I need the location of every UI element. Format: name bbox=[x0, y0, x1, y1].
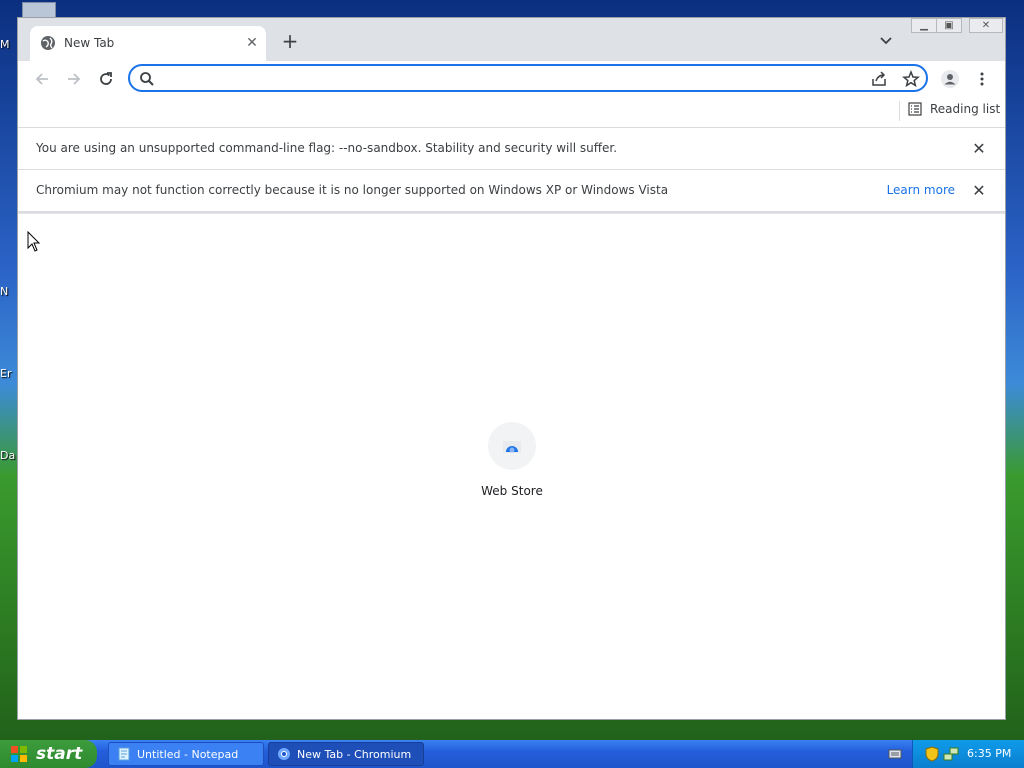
mouse-cursor-icon bbox=[27, 231, 41, 252]
globe-icon bbox=[41, 36, 55, 50]
maximize-button[interactable]: ▣ bbox=[936, 18, 962, 33]
new-tab-button[interactable]: + bbox=[280, 29, 300, 53]
reading-list-icon bbox=[908, 102, 922, 116]
avatar-icon bbox=[941, 70, 959, 88]
share-icon[interactable] bbox=[870, 70, 888, 88]
close-window-button[interactable]: ✕ bbox=[969, 18, 1003, 33]
security-shield-icon[interactable] bbox=[925, 746, 939, 762]
infobar-close-icon[interactable]: ✕ bbox=[971, 139, 987, 158]
task-label: Untitled - Notepad bbox=[137, 747, 239, 761]
reading-list-label: Reading list bbox=[930, 102, 1001, 116]
desktop-computer-icon[interactable] bbox=[22, 2, 56, 18]
desktop-icon-label-4[interactable]: Da bbox=[0, 449, 16, 462]
network-icon[interactable] bbox=[943, 746, 959, 762]
taskbar: start Untitled - Notepad New Tab - Chrom… bbox=[0, 740, 1024, 768]
forward-arrow-icon bbox=[68, 73, 81, 85]
clock[interactable]: 6:35 PM bbox=[967, 747, 1011, 760]
notepad-icon bbox=[118, 747, 130, 761]
toolbar bbox=[18, 61, 1005, 97]
forward-button[interactable] bbox=[63, 68, 85, 90]
start-label: start bbox=[36, 744, 83, 764]
profile-button[interactable] bbox=[939, 68, 961, 90]
menu-button[interactable] bbox=[971, 68, 993, 90]
tab-new-tab[interactable]: New Tab ✕ bbox=[30, 26, 266, 61]
back-button[interactable] bbox=[31, 68, 53, 90]
system-tray: 6:35 PM bbox=[912, 740, 1024, 768]
kebab-menu-icon bbox=[980, 72, 984, 86]
tab-search-chevron-down-icon[interactable] bbox=[878, 32, 894, 48]
tab-title: New Tab bbox=[64, 36, 115, 50]
desktop-icon-label-2[interactable]: N bbox=[0, 285, 16, 298]
chromium-icon bbox=[278, 748, 290, 760]
shortcut-tile bbox=[488, 422, 536, 470]
learn-more-link[interactable]: Learn more bbox=[887, 183, 955, 197]
infobar-unsupported-os: Chromium may not function correctly beca… bbox=[18, 170, 1005, 212]
bookmarks-bar: Reading list bbox=[18, 97, 1005, 128]
task-label: New Tab - Chromium bbox=[297, 747, 412, 761]
windows-flag-icon bbox=[11, 746, 27, 762]
web-store-icon bbox=[503, 441, 521, 453]
browser-window: New Tab ✕ + ▁ ▣ ✕ Reading list You are u… bbox=[17, 17, 1006, 720]
start-button[interactable]: start bbox=[0, 740, 97, 768]
desktop-icon-label-3[interactable]: Er bbox=[0, 367, 16, 380]
taskbar-item-notepad[interactable]: Untitled - Notepad bbox=[108, 742, 264, 766]
infobar-message: Chromium may not function correctly beca… bbox=[36, 183, 669, 197]
reload-icon bbox=[100, 72, 112, 85]
keyboard-icon[interactable] bbox=[888, 747, 902, 761]
new-tab-page: Web Store bbox=[18, 214, 1005, 719]
desktop-icon-label-1[interactable]: M bbox=[0, 38, 16, 51]
infobar-message: You are using an unsupported command-lin… bbox=[36, 141, 618, 155]
tab-close-icon[interactable]: ✕ bbox=[244, 35, 260, 51]
bookmark-star-icon[interactable] bbox=[902, 70, 920, 88]
tab-strip: New Tab ✕ + ▁ ▣ ✕ bbox=[18, 18, 1005, 61]
reload-button[interactable] bbox=[95, 68, 117, 90]
shortcut-web-store[interactable]: Web Store bbox=[480, 422, 544, 498]
infobar-sandbox-warning: You are using an unsupported command-lin… bbox=[18, 128, 1005, 170]
taskbar-item-chromium[interactable]: New Tab - Chromium bbox=[268, 742, 424, 766]
bookmarks-separator bbox=[899, 101, 900, 121]
address-input[interactable] bbox=[160, 68, 864, 90]
reading-list-button[interactable]: Reading list bbox=[908, 102, 1000, 116]
infobar-close-icon[interactable]: ✕ bbox=[971, 181, 987, 200]
minimize-button[interactable]: ▁ bbox=[911, 18, 937, 33]
shortcut-label: Web Store bbox=[481, 484, 543, 498]
search-icon bbox=[140, 72, 154, 86]
back-arrow-icon bbox=[35, 73, 48, 85]
omnibox[interactable] bbox=[128, 64, 928, 92]
